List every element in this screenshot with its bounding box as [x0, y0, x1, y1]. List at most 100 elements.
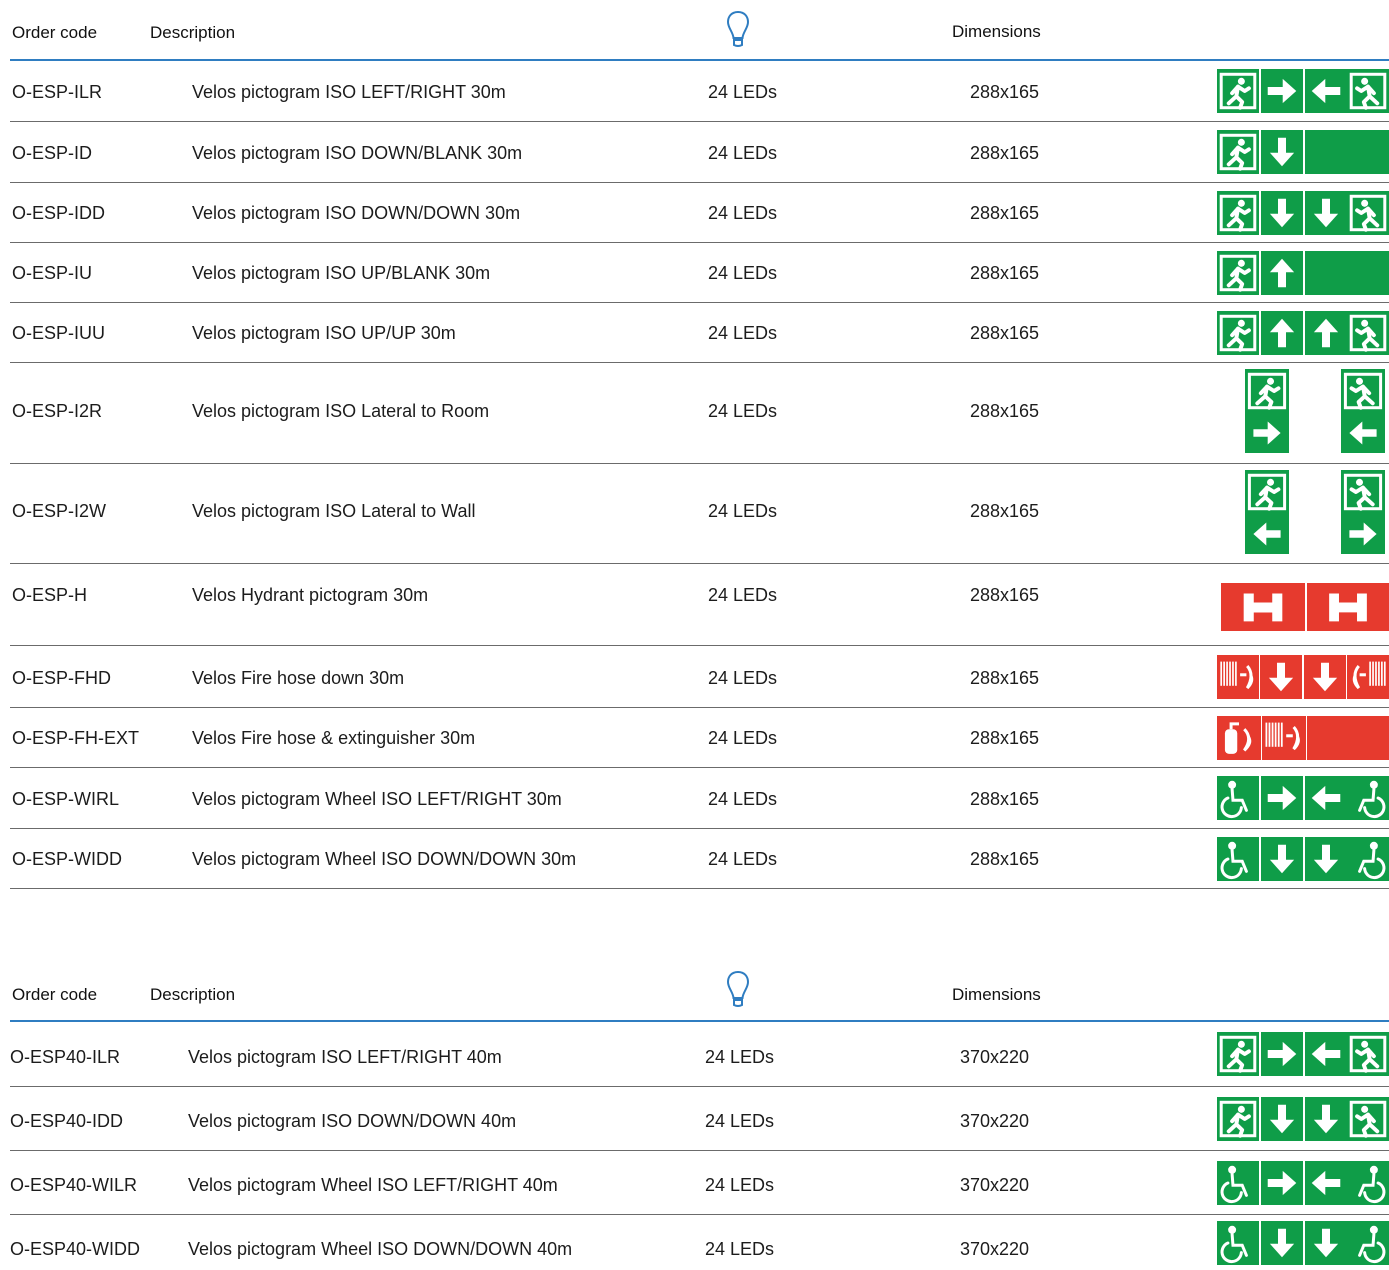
exit-runner-icon — [1217, 251, 1259, 295]
fire-hose-icon — [1262, 716, 1306, 760]
arrow-right-icon — [1341, 514, 1385, 554]
description-cell: Velos Hydrant pictogram 30m — [192, 585, 429, 605]
sign-pictogram — [1217, 708, 1389, 767]
led-count-cell: 24 LEDs — [708, 501, 778, 521]
table-row: O-ESP-H Velos Hydrant pictogram 30m 24 LED… — [0, 564, 1389, 645]
exit-runner-icon — [1217, 311, 1259, 355]
description-cell: Velos pictogram ISO Lateral to Room — [192, 401, 490, 421]
description-cell: Velos pictogram Wheel ISO LEFT/RIGHT 30m — [192, 789, 562, 809]
header-order-code: Order code — [12, 23, 98, 42]
header-dimensions: Dimensions — [952, 22, 1041, 41]
led-count-cell: 24 LEDs — [708, 789, 778, 809]
table-row: O-ESP-IU Velos pictogram ISO UP/BLANK 30m… — [0, 243, 1389, 302]
description-cell: Velos Fire hose & extinguisher 30m — [192, 728, 476, 748]
led-count-cell: 24 LEDs — [708, 849, 778, 869]
arrow-down-icon — [1305, 1221, 1347, 1265]
fire-hose-icon — [1217, 655, 1259, 699]
wheelchair-icon — [1217, 776, 1259, 820]
dimensions-cell: 288x165 — [970, 82, 1040, 102]
arrow-down-icon — [1305, 837, 1347, 881]
blank-panel — [1305, 251, 1389, 295]
led-count-cell: 24 LEDs — [708, 668, 778, 688]
exit-runner-icon — [1347, 1097, 1389, 1141]
exit-runner-icon — [1217, 130, 1259, 174]
order-code-cell: O-ESP40-ILR — [10, 1047, 121, 1067]
description-cell: Velos pictogram ISO DOWN/DOWN 40m — [188, 1111, 517, 1131]
sign-pictogram — [1217, 243, 1389, 302]
description-cell: Velos pictogram Wheel ISO LEFT/RIGHT 40m — [188, 1175, 558, 1195]
table-row: O-ESP40-WILR Velos pictogram Wheel ISO LE… — [0, 1151, 1389, 1214]
exit-runner-icon — [1217, 191, 1259, 235]
exit-runner-icon — [1217, 69, 1259, 113]
table-row: O-ESP-FH-EXT Velos Fire hose & extinguish… — [0, 708, 1389, 767]
arrow-down-icon — [1261, 837, 1303, 881]
led-count-cell: 24 LEDs — [708, 143, 778, 163]
description-cell: Velos Fire hose down 30m — [192, 668, 405, 688]
wheelchair-icon — [1217, 1161, 1259, 1205]
order-code-cell: O-ESP40-WILR — [10, 1175, 138, 1195]
dimensions-cell: 288x165 — [970, 143, 1040, 163]
dimensions-cell: 288x165 — [970, 585, 1040, 605]
arrow-down-icon — [1304, 655, 1346, 699]
table-row: O-ESP40-IDD Velos pictogram ISO DOWN/DOWN… — [0, 1087, 1389, 1150]
dimensions-cell: 288x165 — [970, 203, 1040, 223]
header-description: Description — [150, 23, 236, 42]
blank-panel — [1305, 130, 1389, 174]
table-row: O-ESP-I2R Velos pictogram ISO Lateral to … — [0, 363, 1389, 463]
arrow-left-icon — [1305, 776, 1347, 820]
led-count-cell: 24 LEDs — [708, 323, 778, 343]
sign-pictogram — [1217, 122, 1389, 182]
sign-pictogram — [1217, 363, 1389, 463]
sign-pictogram — [1217, 61, 1389, 121]
table-row: O-ESP-ID Velos pictogram ISO DOWN/BLANK 3… — [0, 122, 1389, 182]
arrow-left-icon — [1305, 1032, 1347, 1076]
arrow-right-icon — [1261, 69, 1303, 113]
dimensions-cell: 288x165 — [970, 401, 1040, 421]
led-count-cell: 24 LEDs — [708, 728, 778, 748]
table-row: O-ESP-WIRL Velos pictogram Wheel ISO LEFT… — [0, 768, 1389, 828]
arrow-down-icon — [1260, 655, 1302, 699]
description-cell: Velos pictogram ISO LEFT/RIGHT 30m — [192, 82, 506, 102]
blank-panel — [1307, 716, 1389, 760]
table-row: O-ESP-IUU Velos pictogram ISO UP/UP 30m 24… — [0, 303, 1389, 362]
order-code-cell: O-ESP-I2W — [12, 501, 107, 521]
led-count-cell: 24 LEDs — [705, 1047, 775, 1067]
dimensions-cell: 370x220 — [960, 1111, 1030, 1131]
sign-pictogram — [1217, 768, 1389, 828]
description-cell: Velos pictogram ISO LEFT/RIGHT 40m — [188, 1047, 502, 1067]
table-row: O-ESP40-ILR Velos pictogram ISO LEFT/RIGH… — [0, 1022, 1389, 1086]
arrow-down-icon — [1305, 191, 1347, 235]
dimensions-cell: 370x220 — [960, 1239, 1030, 1259]
hydrant-h-icon — [1221, 583, 1305, 631]
dimensions-cell: 288x165 — [970, 263, 1040, 283]
exit-runner-icon — [1245, 470, 1289, 514]
bulb-icon — [726, 970, 750, 1013]
led-count-cell: 24 LEDs — [705, 1239, 775, 1259]
arrow-up-icon — [1261, 251, 1303, 295]
arrow-left-icon — [1245, 514, 1289, 554]
table-row: O-ESP-WIDD Velos pictogram Wheel ISO DOWN… — [0, 829, 1389, 888]
fire-extinguisher-icon — [1217, 716, 1261, 760]
order-code-cell: O-ESP-I2R — [12, 401, 103, 421]
description-cell: Velos pictogram Wheel ISO DOWN/DOWN 30m — [192, 849, 577, 869]
arrow-right-icon — [1261, 1161, 1303, 1205]
description-cell: Velos pictogram ISO UP/BLANK 30m — [192, 263, 491, 283]
dimensions-cell: 288x165 — [970, 849, 1040, 869]
exit-runner-icon — [1347, 69, 1389, 113]
order-code-cell: O-ESP40-IDD — [10, 1111, 124, 1131]
led-count-cell: 24 LEDs — [708, 401, 778, 421]
sign-pictogram — [1217, 1022, 1389, 1086]
sign-pictogram — [1217, 183, 1389, 242]
dimensions-cell: 288x165 — [970, 323, 1040, 343]
order-code-cell: O-ESP-IDD — [12, 203, 106, 223]
fire-hose-icon — [1347, 655, 1389, 699]
order-code-cell: O-ESP-ID — [12, 143, 93, 163]
led-count-cell: 24 LEDs — [708, 203, 778, 223]
order-code-cell: O-ESP-WIDD — [12, 849, 122, 869]
table-row: O-ESP-IDD Velos pictogram ISO DOWN/DOWN 3… — [0, 183, 1389, 242]
dimensions-cell: 288x165 — [970, 501, 1040, 521]
table-row: O-ESP-FHD Velos Fire hose down 30m 24 LEDs… — [0, 646, 1389, 707]
sign-pictogram — [1217, 646, 1389, 707]
sign-pictogram — [1217, 1087, 1389, 1150]
sign-pictogram — [1217, 303, 1389, 362]
